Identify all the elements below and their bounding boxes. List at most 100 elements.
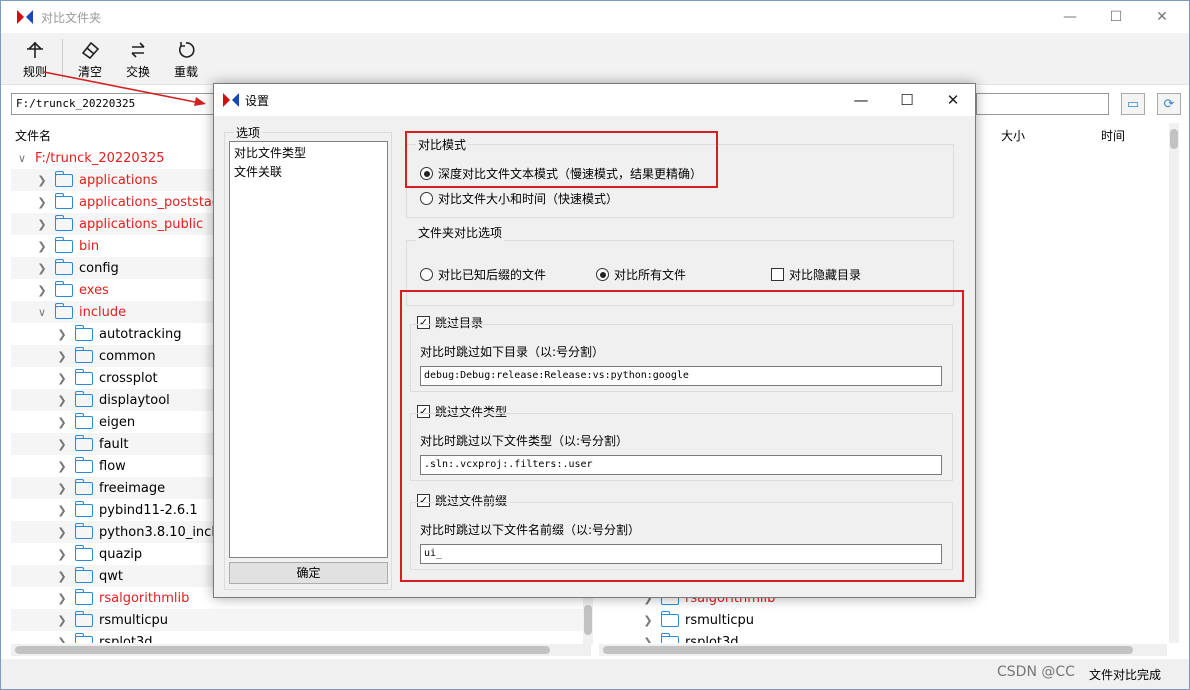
maximize-icon[interactable]: ☐ — [1093, 1, 1139, 33]
tree-row-label: qwt — [99, 568, 123, 584]
expand-icon[interactable]: ❯ — [35, 284, 49, 297]
hidden-dirs-checkbox[interactable]: 对比隐藏目录 — [771, 266, 861, 283]
column-header-time[interactable]: 时间 — [1101, 123, 1125, 145]
expand-icon[interactable]: ❯ — [55, 592, 69, 605]
expand-icon[interactable]: ❯ — [55, 482, 69, 495]
collapse-icon[interactable]: ∨ — [15, 152, 29, 165]
tree-row-label: flow — [99, 458, 126, 474]
expand-icon[interactable]: ❯ — [55, 570, 69, 583]
rules-icon — [27, 41, 43, 58]
expand-icon[interactable]: ❯ — [55, 372, 69, 385]
tree-row[interactable]: ❯ rsplot3d — [597, 631, 1167, 643]
all-files-label: 对比所有文件 — [614, 268, 687, 282]
left-horizontal-scrollbar[interactable] — [11, 644, 591, 656]
tree-row-label: applications_poststack — [79, 194, 227, 210]
tree-row[interactable]: ❯ rsplot3d — [11, 631, 586, 643]
left-path-input[interactable]: F:/trunck_20220325 — [11, 93, 216, 115]
tree-row-label: include — [79, 304, 127, 320]
right-path-input[interactable] — [976, 93, 1109, 115]
tree-row-label: applications_public — [79, 216, 204, 232]
expand-icon[interactable]: ❯ — [35, 196, 49, 209]
tree-row[interactable]: ❯ rsmulticpu — [597, 609, 1167, 631]
expand-icon[interactable]: ❯ — [55, 526, 69, 539]
right-horizontal-scrollbar[interactable] — [599, 644, 1167, 656]
option-item-file-types[interactable]: 对比文件类型 — [234, 144, 383, 163]
folder-icon — [54, 280, 73, 297]
folder-open-icon: ▭ — [1126, 96, 1140, 112]
tree-row-label: displaytool — [99, 392, 170, 408]
settings-dialog: 设置 — ☐ ✕ 选项 对比文件类型 文件关联 确定 对比模式 深度对比文件文本… — [213, 83, 976, 598]
clear-label: 清空 — [77, 64, 102, 79]
swap-label: 交换 — [125, 64, 150, 79]
radio-dot — [596, 268, 609, 281]
folder-icon — [74, 478, 93, 495]
expand-icon[interactable]: ❯ — [55, 438, 69, 451]
tree-row-label: rsmulticpu — [99, 612, 168, 628]
skip-options-highlight — [400, 290, 964, 582]
expand-icon[interactable]: ❯ — [55, 328, 69, 341]
option-item-file-association[interactable]: 文件关联 — [234, 163, 383, 182]
expand-icon[interactable]: ❯ — [35, 218, 49, 231]
tree-row-label: bin — [79, 238, 100, 254]
folder-icon — [74, 544, 93, 561]
minimize-icon[interactable]: — — [1047, 1, 1093, 33]
expand-icon[interactable]: ❯ — [55, 460, 69, 473]
tree-row-label: rsplot3d — [99, 634, 153, 644]
expand-icon[interactable]: ❯ — [55, 504, 69, 517]
reload-label: 重载 — [173, 64, 198, 79]
expand-icon[interactable]: ❯ — [35, 240, 49, 253]
tree-row-label: rsmulticpu — [685, 612, 754, 628]
expand-icon[interactable]: ❯ — [55, 636, 69, 644]
right-vertical-scrollbar[interactable] — [1169, 123, 1179, 643]
dialog-minimize-icon[interactable]: — — [838, 84, 884, 116]
clear-button[interactable]: 清空 — [66, 33, 114, 85]
scroll-thumb[interactable] — [1170, 129, 1178, 149]
folder-icon — [74, 566, 93, 583]
tree-row-label: eigen — [99, 414, 136, 430]
scroll-thumb[interactable] — [584, 605, 592, 635]
fast-compare-radio[interactable]: 对比文件大小和时间（快速模式） — [420, 190, 618, 207]
tree-row-label: exes — [79, 282, 109, 298]
browse-folder-button[interactable]: ▭ — [1121, 93, 1145, 115]
dialog-logo-icon — [223, 93, 239, 107]
ok-button[interactable]: 确定 — [229, 562, 388, 584]
options-list[interactable]: 对比文件类型 文件关联 — [229, 141, 388, 558]
swap-button[interactable]: 交换 — [114, 33, 162, 85]
folder-icon — [74, 588, 93, 605]
expand-icon[interactable]: ❯ — [35, 262, 49, 275]
expand-icon[interactable]: ❯ — [55, 548, 69, 561]
all-files-radio[interactable]: 对比所有文件 — [596, 266, 686, 283]
folder-icon — [74, 610, 93, 627]
expand-icon[interactable]: ❯ — [55, 416, 69, 429]
eraser-icon — [81, 41, 100, 59]
column-header-size[interactable]: 大小 — [1001, 123, 1025, 145]
folder-icon — [74, 434, 93, 451]
expand-icon[interactable]: ❯ — [55, 394, 69, 407]
tree-row[interactable]: ❯ rsmulticpu — [11, 609, 586, 631]
expand-icon[interactable]: ❯ — [35, 174, 49, 187]
radio-dot — [420, 268, 433, 281]
folder-icon — [74, 632, 93, 643]
dialog-close-icon[interactable]: ✕ — [930, 84, 976, 116]
tree-row-label: common — [99, 348, 156, 364]
status-text: 文件对比完成 — [1089, 668, 1162, 682]
known-suffix-radio[interactable]: 对比已知后缀的文件 — [420, 266, 546, 283]
scroll-thumb[interactable] — [603, 646, 1133, 654]
main-titlebar: 对比文件夹 — ☐ ✕ — [1, 1, 1189, 33]
reload-icon — [178, 41, 195, 58]
rules-button[interactable]: 规则 — [11, 33, 59, 85]
hidden-dirs-label: 对比隐藏目录 — [789, 268, 862, 282]
column-header-name[interactable]: 文件名 — [15, 123, 51, 145]
expand-icon[interactable]: ❯ — [641, 614, 655, 627]
dialog-maximize-icon[interactable]: ☐ — [884, 84, 930, 116]
expand-icon[interactable]: ❯ — [55, 350, 69, 363]
close-icon[interactable]: ✕ — [1139, 1, 1185, 33]
folder-icon — [74, 346, 93, 363]
expand-icon[interactable]: ❯ — [55, 614, 69, 627]
expand-icon[interactable]: ❯ — [641, 636, 655, 644]
scroll-thumb[interactable] — [15, 646, 550, 654]
reload-button[interactable]: 重载 — [162, 33, 210, 85]
collapse-icon[interactable]: ∨ — [35, 306, 49, 319]
folder-icon — [74, 456, 93, 473]
refresh-button[interactable]: ⟳ — [1157, 93, 1181, 115]
